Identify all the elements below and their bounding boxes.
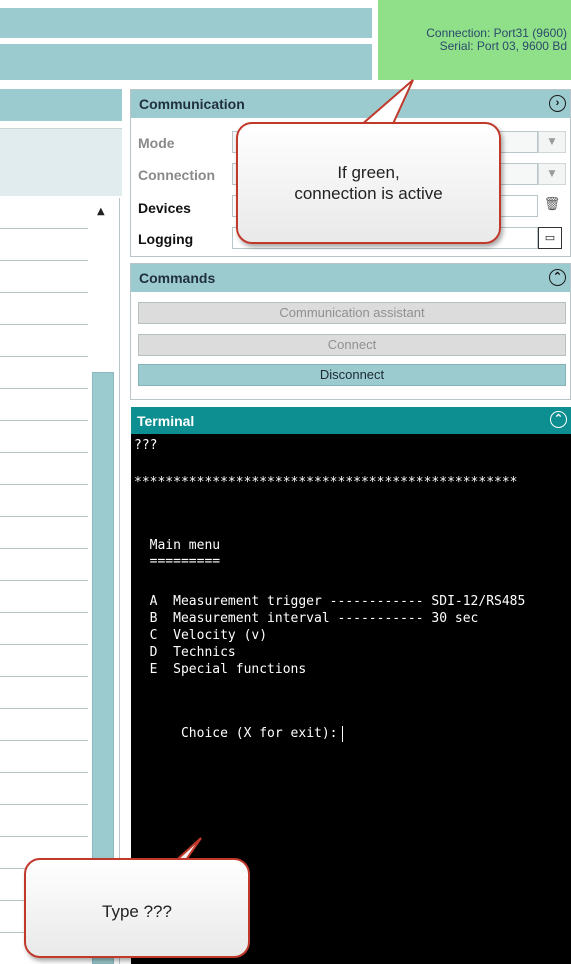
terminal-line: B Measurement interval ----------- 30 se… — [134, 611, 479, 626]
communication-panel-header[interactable]: Communication › — [131, 90, 570, 118]
list-row-divider — [0, 548, 88, 549]
commands-title: Commands — [139, 270, 216, 286]
terminal-line: E Special functions — [134, 662, 307, 677]
callout-green-line2: connection is active — [294, 184, 443, 203]
callout-type-text: Type ??? — [102, 902, 172, 921]
list-row-divider — [0, 228, 88, 229]
expand-arrow-icon[interactable]: › — [549, 95, 566, 112]
terminal-line: ??? — [134, 438, 158, 453]
list-row-divider — [0, 676, 88, 677]
terminal-line: C Velocity (v) — [134, 628, 268, 643]
list-row-divider — [0, 260, 88, 261]
scroll-up-arrow-icon[interactable]: ▲ — [97, 206, 105, 217]
terminal-line: Main menu — [134, 538, 221, 553]
type-hint-callout: Type ??? — [24, 858, 250, 958]
connection-label: Connection — [138, 167, 215, 183]
terminal-line: ****************************************… — [134, 475, 518, 490]
list-row-divider — [0, 516, 88, 517]
folder-icon[interactable]: ▭ — [538, 227, 562, 249]
collapse-arrow-icon[interactable]: ⌃ — [550, 411, 567, 428]
list-row-divider — [0, 772, 88, 773]
list-row-divider — [0, 452, 88, 453]
trash-icon[interactable]: 🗑 — [538, 195, 566, 217]
list-row-divider — [0, 804, 88, 805]
list-row-divider — [0, 292, 88, 293]
list-row-divider — [0, 484, 88, 485]
devices-label: Devices — [138, 200, 191, 216]
connect-button[interactable]: Connect — [138, 334, 566, 356]
communication-assistant-button[interactable]: Communication assistant — [138, 302, 566, 324]
terminal-line: D Technics — [134, 645, 236, 660]
chevron-down-icon[interactable]: ▼ — [538, 163, 566, 185]
list-row-divider — [0, 356, 88, 357]
chevron-down-icon[interactable]: ▼ — [538, 131, 566, 153]
terminal-line: A Measurement trigger ------------ SDI-1… — [134, 594, 526, 609]
list-row-divider — [0, 612, 88, 613]
terminal-title: Terminal — [137, 413, 195, 429]
list-row-divider — [0, 836, 88, 837]
list-row-divider — [0, 420, 88, 421]
terminal-panel-header[interactable]: Terminal ⌃ — [131, 407, 571, 434]
collapse-arrow-icon[interactable]: ⌃ — [549, 269, 566, 286]
list-row-divider — [0, 324, 88, 325]
list-row-divider — [0, 580, 88, 581]
mode-label: Mode — [138, 135, 175, 151]
secondary-toolbar — [0, 44, 372, 80]
terminal-line: ========= — [134, 554, 221, 569]
list-row-divider — [0, 388, 88, 389]
callout-green-line1: If green, — [337, 163, 400, 182]
terminal-prompt-text: Choice (X for exit): — [180, 726, 338, 741]
communication-title: Communication — [139, 96, 245, 112]
list-row-divider — [0, 708, 88, 709]
connection-status: Connection: Port31 (9600) Serial: Port 0… — [378, 0, 571, 80]
app-window: Connection: Port31 (9600) Serial: Port 0… — [0, 0, 571, 964]
text-cursor — [341, 726, 343, 742]
left-panel-subheader — [0, 128, 122, 196]
connection-status-line2: Serial: Port 03, 9600 Bd — [439, 39, 567, 53]
connection-callout: If green, connection is active — [236, 122, 501, 244]
commands-panel-header[interactable]: Commands ⌃ — [131, 264, 570, 292]
list-row-divider — [0, 644, 88, 645]
disconnect-button[interactable]: Disconnect — [138, 364, 566, 386]
terminal-prompt: Choice (X for exit): — [134, 710, 343, 758]
list-row-divider — [0, 740, 88, 741]
left-panel-header — [0, 89, 122, 121]
logging-label: Logging — [138, 231, 194, 247]
top-toolbar — [0, 8, 372, 38]
